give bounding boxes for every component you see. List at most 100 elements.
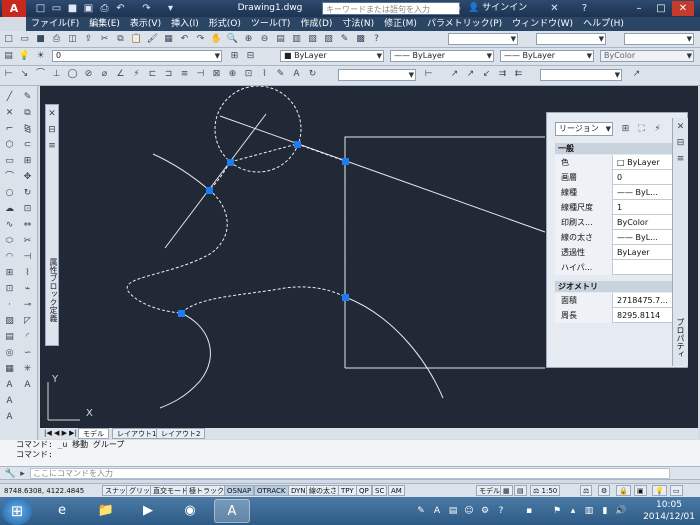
explode-icon[interactable]: ✳ <box>20 362 35 377</box>
blend-icon[interactable]: ∽ <box>20 346 35 361</box>
prop-row[interactable]: 透過性 ByLayer <box>555 245 681 260</box>
workspace-switch-icon[interactable]: ⚙ <box>598 485 611 496</box>
selected-region-boundary[interactable] <box>126 143 346 314</box>
close-icon[interactable]: ✕ <box>46 107 58 122</box>
prop-row[interactable]: ハイパ... <box>555 260 681 275</box>
lineweight-combo[interactable]: —— ByLayer ▼ <box>500 50 594 62</box>
tool-palettes-icon[interactable]: ▧ <box>305 32 320 46</box>
sheet-set-icon[interactable]: ▨ <box>321 32 336 46</box>
grip-point[interactable] <box>342 158 349 165</box>
ellipse-arc-icon[interactable]: ◠ <box>2 250 17 265</box>
table-icon[interactable]: ▦ <box>2 362 17 377</box>
center-mark-icon[interactable]: ⊕ <box>225 67 240 81</box>
ml-add-icon[interactable]: ↗ <box>463 67 478 81</box>
dimstyle-icon[interactable]: ⊢ <box>421 67 436 81</box>
move-icon[interactable]: ✥ <box>20 170 35 185</box>
mleaderstyle-combo[interactable]: ▼ <box>540 69 622 81</box>
text-icon[interactable]: A <box>2 394 17 409</box>
close-icon[interactable]: ✕ <box>672 1 694 16</box>
grip-point[interactable] <box>178 310 185 317</box>
line-icon[interactable]: ╱ <box>2 90 17 105</box>
explorer-icon[interactable]: 📁 <box>88 499 124 523</box>
model-space-button[interactable]: モデル <box>476 485 503 496</box>
help-icon[interactable]: ? <box>494 504 508 518</box>
lightbulb-icon[interactable]: 💡 <box>17 49 32 63</box>
menu-tools[interactable]: ツール(T) <box>246 17 296 31</box>
offset-icon[interactable]: ⊂ <box>20 138 35 153</box>
circle-icon[interactable]: ○ <box>2 186 17 201</box>
close-icon[interactable]: ✕ <box>674 120 687 135</box>
block-editor-icon[interactable]: ▦ <box>161 32 176 46</box>
arc-right[interactable] <box>344 296 444 399</box>
spline-icon[interactable]: ∿ <box>2 218 17 233</box>
palette-menu-icon[interactable]: ≡ <box>674 152 687 167</box>
workspace-combo[interactable]: ▼ <box>448 33 518 45</box>
lock-icon[interactable]: 🔒 <box>616 485 631 496</box>
select-objects-icon[interactable]: ⛶ <box>634 122 649 136</box>
recent-commands-icon[interactable]: ▸ <box>15 467 30 481</box>
open-icon[interactable]: ▭ <box>50 2 63 15</box>
markup-icon[interactable]: ✎ <box>337 32 352 46</box>
sc-toggle[interactable]: SC <box>372 485 388 496</box>
radius-icon[interactable]: ◯ <box>65 67 80 81</box>
prop-row[interactable]: 印刷ス... ByColor <box>555 215 681 230</box>
rotate-icon[interactable]: ↻ <box>20 186 35 201</box>
plot-icon[interactable]: ⎙ <box>49 32 64 46</box>
tab-layout2[interactable]: レイアウト2 <box>156 428 206 439</box>
preview-icon[interactable]: ◫ <box>65 32 80 46</box>
make-current-icon[interactable]: ⊞ <box>227 49 242 63</box>
prop-row[interactable]: 面積 2718475.7... <box>555 293 681 308</box>
signin-button[interactable]: 👤 サインイン <box>468 2 548 15</box>
ml-remove-icon[interactable]: ↙ <box>479 67 494 81</box>
dimstyle-combo[interactable]: ▼ <box>338 69 416 81</box>
search-input[interactable]: キーワードまたは語句を入力 <box>322 2 460 15</box>
text-edit-icon[interactable]: A <box>20 378 35 393</box>
quick-select-icon[interactable]: ⚡ <box>650 122 665 136</box>
geometry-header[interactable]: ジオメトリ <box>555 281 681 292</box>
point-icon[interactable]: · <box>2 298 17 313</box>
mtext-icon[interactable]: A <box>2 378 17 393</box>
continue-icon[interactable]: ⊐ <box>161 67 176 81</box>
toggle-pickadd-icon[interactable]: ⊞ <box>618 122 633 136</box>
copy-icon[interactable]: ⧉ <box>113 32 128 46</box>
arc-icon[interactable]: ⌒ <box>2 170 17 185</box>
break-at-point-icon[interactable]: ⌇ <box>20 266 35 281</box>
pan-icon[interactable]: ✋ <box>209 32 224 46</box>
grip-point[interactable] <box>342 294 349 301</box>
edit-dim-icon[interactable]: ✎ <box>273 67 288 81</box>
zoom-window-icon[interactable]: ⊕ <box>241 32 256 46</box>
quick-dim-icon[interactable]: ⚡ <box>129 67 144 81</box>
edit-text-icon[interactable]: A <box>289 67 304 81</box>
layer-properties-icon[interactable]: ▤ <box>1 49 16 63</box>
redo-icon[interactable]: ↷ <box>140 2 153 15</box>
match-properties-icon[interactable]: 🖌 <box>145 32 160 46</box>
construction-line-icon[interactable]: ✕ <box>2 106 17 121</box>
trim-icon[interactable]: ✂ <box>20 234 35 249</box>
fillet-icon[interactable]: ◜ <box>20 330 35 345</box>
calculator-icon[interactable]: ▩ <box>353 32 368 46</box>
zoom-realtime-icon[interactable]: 🔍 <box>225 32 240 46</box>
gradient-icon[interactable]: ▤ <box>2 330 17 345</box>
autocad-taskbar-icon[interactable]: A <box>214 499 250 523</box>
tolerance-icon[interactable]: ⊠ <box>209 67 224 81</box>
grip-point[interactable] <box>227 159 234 166</box>
design-center-icon[interactable]: ▥ <box>289 32 304 46</box>
new-icon[interactable]: □ <box>1 32 16 46</box>
spline-upper[interactable] <box>152 153 210 191</box>
prop-row[interactable]: 線の太さ —— ByL... <box>555 230 681 245</box>
search-icon[interactable]: ⌕ <box>452 2 465 15</box>
menu-window[interactable]: ウィンドウ(W) <box>507 17 578 31</box>
qp-toggle[interactable]: QP <box>356 485 372 496</box>
menu-edit[interactable]: 編集(E) <box>84 17 125 31</box>
make-block-icon[interactable]: ⊡ <box>2 282 17 297</box>
tab-nav-icon[interactable]: |◀ ◀ ▶ ▶| <box>40 428 81 439</box>
linear-dim-icon[interactable]: ⊢ <box>1 67 16 81</box>
lineweight-toggle[interactable]: 線の太さ <box>306 485 340 496</box>
language-indicator[interactable]: A <box>430 504 444 518</box>
region-icon[interactable]: ◎ <box>2 346 17 361</box>
menu-insert[interactable]: 挿入(I) <box>166 17 204 31</box>
undo-icon[interactable]: ↶ <box>114 2 127 15</box>
undo-icon[interactable]: ↶ <box>177 32 192 46</box>
hatch-icon[interactable]: ▨ <box>2 314 17 329</box>
menu-view[interactable]: 表示(V) <box>125 17 166 31</box>
